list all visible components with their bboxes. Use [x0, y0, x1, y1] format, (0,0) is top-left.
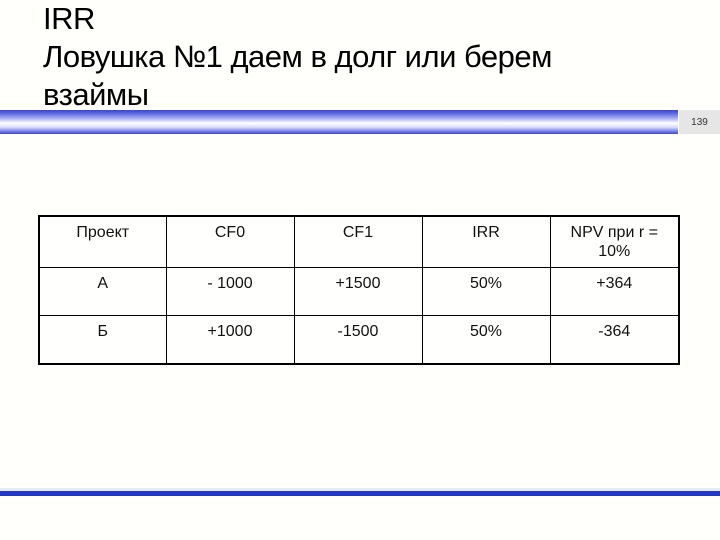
table-header-row: Проект CF0 CF1 IRR NPV при r = 10%	[38, 215, 680, 268]
cell-irr: 50%	[421, 267, 551, 316]
cell-npv: -364	[549, 315, 680, 365]
cell-cf0: - 1000	[165, 267, 295, 316]
cell-cf1: +1500	[293, 267, 423, 316]
page-number: 139	[679, 110, 720, 134]
title-line-2: Ловушка №1 даем в долг или берем	[43, 39, 552, 74]
table-row: Б +1000 -1500 50% -364	[38, 315, 680, 365]
header-npv: NPV при r = 10%	[549, 215, 680, 268]
footer-divider-band	[0, 491, 720, 496]
header-irr: IRR	[421, 215, 551, 268]
title-line-1: IRR	[43, 1, 95, 36]
irr-comparison-table: Проект CF0 CF1 IRR NPV при r = 10% А - 1…	[38, 215, 680, 365]
header-project: Проект	[38, 215, 167, 268]
header-cf1: CF1	[293, 215, 423, 268]
page-number-text: 139	[691, 116, 708, 128]
table-row: А - 1000 +1500 50% +364	[38, 267, 680, 316]
cell-cf0: +1000	[165, 315, 295, 365]
header-divider-band	[0, 110, 678, 134]
title-line-3: взаймы	[43, 77, 149, 112]
cell-irr: 50%	[421, 315, 551, 365]
cell-project: Б	[38, 315, 167, 365]
header-cf0: CF0	[165, 215, 295, 268]
cell-npv: +364	[549, 267, 680, 316]
cell-project: А	[38, 267, 167, 316]
slide-title: IRR Ловушка №1 даем в долг или берем вза…	[43, 0, 663, 114]
header-npv-text: NPV при r = 10%	[570, 224, 658, 260]
cell-cf1: -1500	[293, 315, 423, 365]
